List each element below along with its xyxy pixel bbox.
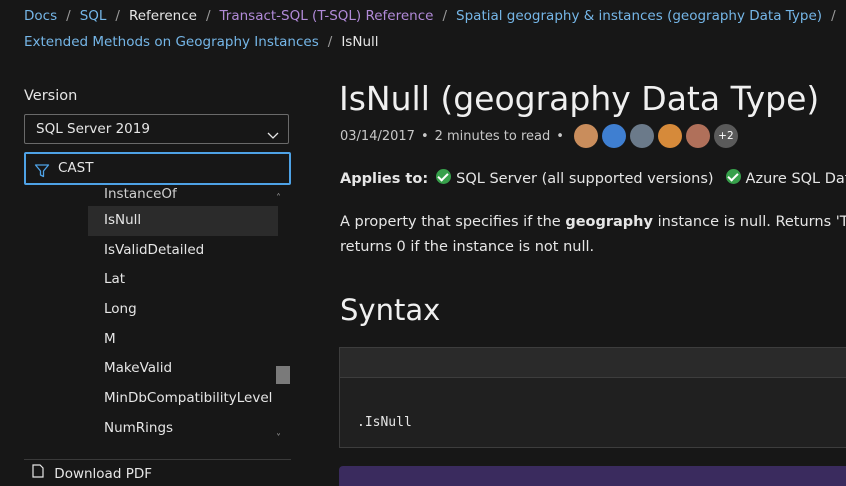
breadcrumb-separator: / bbox=[442, 8, 448, 24]
contributor-avatar[interactable] bbox=[657, 124, 682, 148]
breadcrumb-separator: / bbox=[115, 8, 120, 24]
note-callout bbox=[339, 466, 846, 486]
toc-list: InstanceOf IsNull IsValidDetailed Lat Lo… bbox=[88, 187, 278, 452]
toc-item-makevalid[interactable]: MakeValid bbox=[88, 354, 278, 384]
code-block-header bbox=[339, 347, 846, 378]
toc-item-long[interactable]: Long bbox=[88, 295, 278, 325]
chevron-down-icon bbox=[267, 123, 279, 151]
version-label: Version bbox=[24, 88, 78, 104]
breadcrumb-docs[interactable]: Docs bbox=[24, 8, 57, 24]
breadcrumb-sql[interactable]: SQL bbox=[80, 8, 107, 24]
sidebar-divider bbox=[24, 459, 291, 460]
breadcrumb-row-1: Docs / SQL / Reference / Transact-SQL (T-SQL) … bbox=[24, 6, 836, 32]
meta-separator: • bbox=[556, 128, 564, 144]
article-date: 03/14/2017 bbox=[340, 128, 415, 144]
scroll-down-icon[interactable]: ˅ bbox=[276, 433, 281, 444]
applies-to-azure-sql: Azure SQL Datab bbox=[745, 171, 846, 187]
toc-item-isnull[interactable]: IsNull bbox=[88, 206, 278, 236]
article-metadata: 03/14/2017 • 2 minutes to read • +2 bbox=[340, 124, 742, 148]
breadcrumb-reference: Reference bbox=[128, 8, 197, 24]
toc-filter-input[interactable]: CAST bbox=[24, 152, 291, 185]
applies-to: Applies to: SQL Server (all supported ver… bbox=[340, 169, 846, 187]
contributors: +2 bbox=[573, 124, 742, 148]
scroll-up-icon[interactable]: ˄ bbox=[276, 193, 281, 204]
toc-item-numrings[interactable]: NumRings bbox=[88, 414, 278, 444]
download-pdf-label: Download PDF bbox=[54, 466, 152, 482]
breadcrumb-tsql-reference[interactable]: Transact-SQL (T-SQL) Reference bbox=[220, 8, 434, 24]
toc-item-mindbcompatibilitylevel[interactable]: MinDbCompatibilityLevel bbox=[88, 384, 278, 414]
breadcrumb-separator: / bbox=[327, 34, 333, 50]
document-icon bbox=[32, 464, 48, 482]
version-select[interactable]: SQL Server 2019 bbox=[24, 114, 289, 144]
meta-separator: • bbox=[420, 128, 429, 144]
description-text: A property that specifies if the bbox=[340, 214, 566, 230]
page-title: IsNull (geography Data Type) bbox=[339, 79, 820, 118]
description-line-1: A property that specifies if the geograp… bbox=[340, 210, 846, 235]
toc-filter-value: CAST bbox=[58, 160, 94, 176]
description: A property that specifies if the geograp… bbox=[340, 210, 846, 260]
contributor-avatar[interactable] bbox=[573, 124, 598, 148]
download-pdf-link[interactable]: Download PDF bbox=[32, 464, 152, 482]
toc-item-lat[interactable]: Lat bbox=[88, 265, 278, 295]
check-icon bbox=[436, 169, 452, 184]
breadcrumb: Docs / SQL / Reference / Transact-SQL (T-SQL) … bbox=[24, 6, 836, 58]
version-select-value: SQL Server 2019 bbox=[36, 121, 150, 137]
read-time: 2 minutes to read bbox=[434, 128, 551, 144]
toc-item-instanceof[interactable]: InstanceOf bbox=[88, 187, 278, 206]
toc-item-isvaliddetailed[interactable]: IsValidDetailed bbox=[88, 236, 278, 266]
toc-item-m[interactable]: M bbox=[88, 325, 278, 355]
code-text: .IsNull bbox=[357, 415, 412, 430]
applies-to-label: Applies to: bbox=[340, 171, 429, 187]
contributor-avatar[interactable] bbox=[685, 124, 710, 148]
breadcrumb-separator: / bbox=[205, 8, 211, 24]
applies-to-sql-server: SQL Server (all supported versions) bbox=[456, 171, 714, 187]
check-icon bbox=[725, 169, 741, 184]
breadcrumb-spatial-geography[interactable]: Spatial geography & instances (geography… bbox=[456, 8, 822, 24]
description-text: instance is null. Returns 'TRUE bbox=[657, 214, 846, 230]
breadcrumb-current-isnull: IsNull bbox=[341, 34, 379, 50]
code-block: .IsNull bbox=[339, 378, 846, 448]
breadcrumb-separator: / bbox=[66, 8, 71, 24]
contributor-avatar[interactable] bbox=[601, 124, 626, 148]
contributor-avatar[interactable] bbox=[629, 124, 654, 148]
filter-icon bbox=[34, 161, 50, 190]
description-bold-geography: geography bbox=[565, 214, 653, 230]
breadcrumb-extended-methods[interactable]: Extended Methods on Geography Instances bbox=[24, 34, 319, 50]
breadcrumb-row-2: Extended Methods on Geography Instances /… bbox=[24, 32, 824, 58]
syntax-heading: Syntax bbox=[340, 293, 441, 327]
more-contributors-button[interactable]: +2 bbox=[713, 124, 738, 148]
toc-scrollbar-thumb[interactable] bbox=[276, 366, 290, 384]
breadcrumb-separator: / bbox=[831, 8, 836, 24]
description-line-2: returns 0 if the instance is not null. bbox=[340, 239, 595, 255]
